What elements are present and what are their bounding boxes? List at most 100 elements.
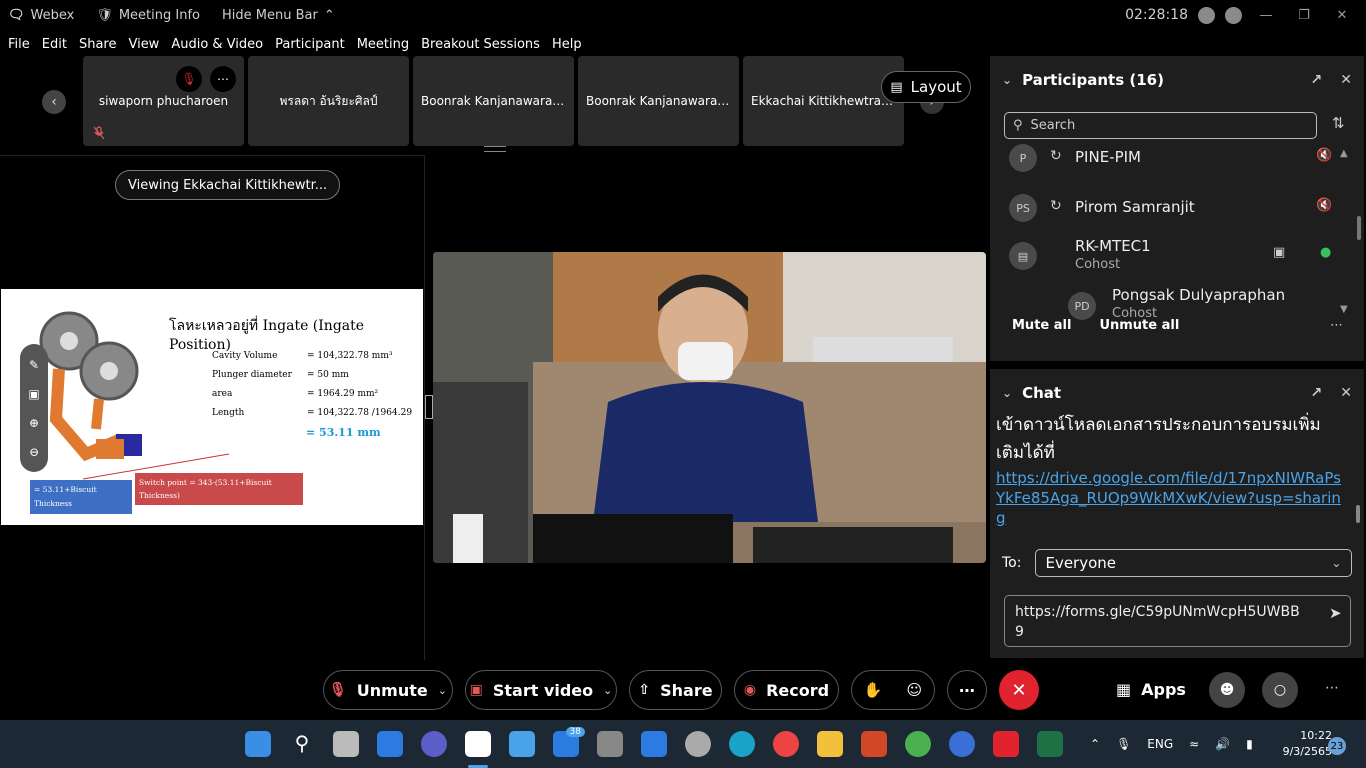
excel-icon[interactable]: [1037, 731, 1063, 757]
more-options-icon: ⋯: [959, 680, 975, 700]
notification-badge[interactable]: 23: [1328, 737, 1346, 755]
participant-search-input[interactable]: ⚲ Search: [1004, 112, 1317, 139]
volume-icon[interactable]: 🔊: [1215, 737, 1230, 751]
mail-icon[interactable]: 38: [553, 727, 585, 757]
unmute-button[interactable]: 🎙 Unmute ⌄: [323, 670, 453, 710]
raise-hand-icon[interactable]: ✋: [864, 681, 883, 699]
widgets-icon[interactable]: [377, 731, 403, 757]
teams-chat-icon[interactable]: [421, 731, 447, 757]
hide-menu-bar-button[interactable]: Hide Menu Bar ⌃: [222, 8, 335, 23]
popout-icon[interactable]: ↗: [1311, 385, 1323, 401]
menu-view[interactable]: View: [128, 37, 159, 52]
apps-button[interactable]: ▦ Apps: [1116, 680, 1186, 699]
previous-page-button[interactable]: ‹: [42, 90, 66, 114]
chat-message-link[interactable]: https://drive.google.com/file/d/17npxNIW…: [996, 468, 1346, 528]
unmute-all-button[interactable]: Unmute all: [1099, 318, 1179, 333]
webex-taskbar-icon[interactable]: [949, 731, 975, 757]
chevron-down-icon[interactable]: ⌄: [1002, 73, 1012, 87]
pane-splitter[interactable]: [425, 395, 433, 419]
sort-icon[interactable]: ⇅: [1332, 114, 1345, 132]
start-video-button[interactable]: ▣ Start video ⌄: [465, 670, 617, 710]
taskbar-clock[interactable]: 10:22 9/3/2565: [1282, 728, 1332, 760]
emoji-reaction-icon[interactable]: ☺: [907, 681, 923, 699]
participant-thumbnail[interactable]: Ekkachai Kittikhewtrawe...: [743, 56, 904, 146]
chrome-browser-icon[interactable]: [773, 731, 799, 757]
chevron-down-icon[interactable]: ⌄: [438, 684, 447, 697]
battery-icon[interactable]: ▮: [1246, 737, 1253, 751]
chat-toggle-button[interactable]: ○: [1262, 672, 1298, 708]
menu-edit[interactable]: Edit: [42, 37, 67, 52]
scroll-down-icon[interactable]: ▼: [1340, 304, 1348, 315]
calendar-icon[interactable]: [641, 731, 667, 757]
resize-handle[interactable]: [484, 146, 506, 152]
participant-row[interactable]: PS ↻ Pirom Samranjit 🔇: [990, 184, 1350, 232]
notepad-icon[interactable]: [509, 731, 535, 757]
start-menu-icon[interactable]: [245, 731, 271, 757]
zoom-in-icon[interactable]: ⊕: [29, 416, 39, 430]
chrome-profile-icon[interactable]: [905, 731, 931, 757]
maps-icon[interactable]: [685, 731, 711, 757]
restore-button[interactable]: ❐: [1290, 8, 1318, 23]
leave-meeting-button[interactable]: ✕: [999, 670, 1039, 710]
minimize-button[interactable]: —: [1252, 8, 1280, 23]
share-label: Share: [660, 680, 713, 700]
snipping-tool-icon[interactable]: [465, 731, 491, 757]
more-options-button[interactable]: ⋯: [947, 670, 987, 710]
chat-scrollbar[interactable]: [1356, 505, 1360, 523]
menu-audio-video[interactable]: Audio & Video: [171, 37, 263, 52]
layout-button[interactable]: ▤ Layout: [881, 71, 971, 103]
menu-help[interactable]: Help: [552, 37, 582, 52]
chevron-down-icon[interactable]: ⌄: [603, 684, 612, 697]
microphone-icon[interactable]: 🎙: [1116, 737, 1131, 751]
zoom-out-icon[interactable]: ⊖: [29, 445, 39, 459]
title-bar: 🗨 Webex 🛡 Meeting Info Hide Menu Bar ⌃ 0…: [0, 0, 1366, 30]
search-icon[interactable]: ⚲: [289, 731, 315, 757]
menu-file[interactable]: File: [8, 37, 30, 52]
chat-message-input[interactable]: https://forms.gle/C59pUNmWcpH5UWBB9: [1004, 595, 1351, 647]
recipient-select[interactable]: Everyone ⌄: [1035, 549, 1353, 577]
participant-thumbnail[interactable]: พรลดา อ้นริยะศิลป์: [248, 56, 409, 146]
screen-annotate-icon[interactable]: ▣: [28, 387, 39, 401]
network-stats-icon[interactable]: [1225, 6, 1242, 24]
menu-share[interactable]: Share: [79, 37, 117, 52]
chevron-down-icon[interactable]: ⌄: [1002, 386, 1012, 400]
edge-browser-icon[interactable]: [729, 731, 755, 757]
task-view-icon[interactable]: [333, 731, 359, 757]
more-options-icon[interactable]: ⋯: [1330, 318, 1343, 333]
close-icon[interactable]: ✕: [1340, 72, 1352, 88]
participant-thumbnail[interactable]: siwaporn phucharoen 🎙 ⋯: [83, 56, 244, 146]
webex-app[interactable]: 🗨 Webex: [8, 8, 74, 23]
more-panels-icon[interactable]: ⋯: [1325, 680, 1339, 696]
anydesk-icon[interactable]: [993, 731, 1019, 757]
viewing-badge[interactable]: Viewing Ekkachai Kittikhewtr...: [115, 170, 341, 200]
participant-thumbnail[interactable]: Boonrak Kanjanawarawa...: [578, 56, 739, 146]
participants-scrollbar[interactable]: [1357, 216, 1361, 240]
file-explorer-icon[interactable]: [817, 731, 843, 757]
meeting-info-button[interactable]: 🛡 Meeting Info: [96, 8, 200, 23]
thumbnail-name: Boonrak Kanjanawarawa...: [586, 94, 731, 108]
menu-meeting[interactable]: Meeting: [357, 37, 409, 52]
language-indicator[interactable]: ENG: [1147, 737, 1173, 751]
close-icon[interactable]: ✕: [1340, 385, 1352, 401]
menu-breakout-sessions[interactable]: Breakout Sessions: [421, 37, 540, 52]
participants-toggle-button[interactable]: ☻: [1209, 672, 1245, 708]
close-window-button[interactable]: ✕: [1328, 8, 1356, 23]
mute-all-button[interactable]: Mute all: [1012, 318, 1071, 333]
send-icon[interactable]: ➤: [1329, 604, 1342, 622]
chevron-up-icon[interactable]: ⌃: [1090, 737, 1100, 751]
participant-thumbnail[interactable]: Boonrak Kanjanawaraw...: [413, 56, 574, 146]
muted-mic-button[interactable]: 🎙: [176, 66, 202, 92]
record-button[interactable]: ◉ Record: [734, 670, 839, 710]
participant-row[interactable]: P ↻ PINE-PIM 🔇: [990, 144, 1350, 182]
powerpoint-icon[interactable]: [861, 731, 887, 757]
popout-icon[interactable]: ↗: [1311, 72, 1323, 88]
calculator-icon[interactable]: [597, 731, 623, 757]
participant-name: Pirom Samranjit: [1075, 198, 1195, 216]
wifi-icon[interactable]: ≈: [1189, 737, 1199, 751]
pen-icon[interactable]: ✎: [29, 358, 39, 372]
more-options-button[interactable]: ⋯: [210, 66, 236, 92]
menu-participant[interactable]: Participant: [275, 37, 345, 52]
participant-row[interactable]: ▤ RK-MTEC1 Cohost ▣ ●: [990, 234, 1350, 282]
scroll-up-icon[interactable]: ▲: [1340, 148, 1348, 159]
share-button[interactable]: ⇧ Share: [629, 670, 722, 710]
